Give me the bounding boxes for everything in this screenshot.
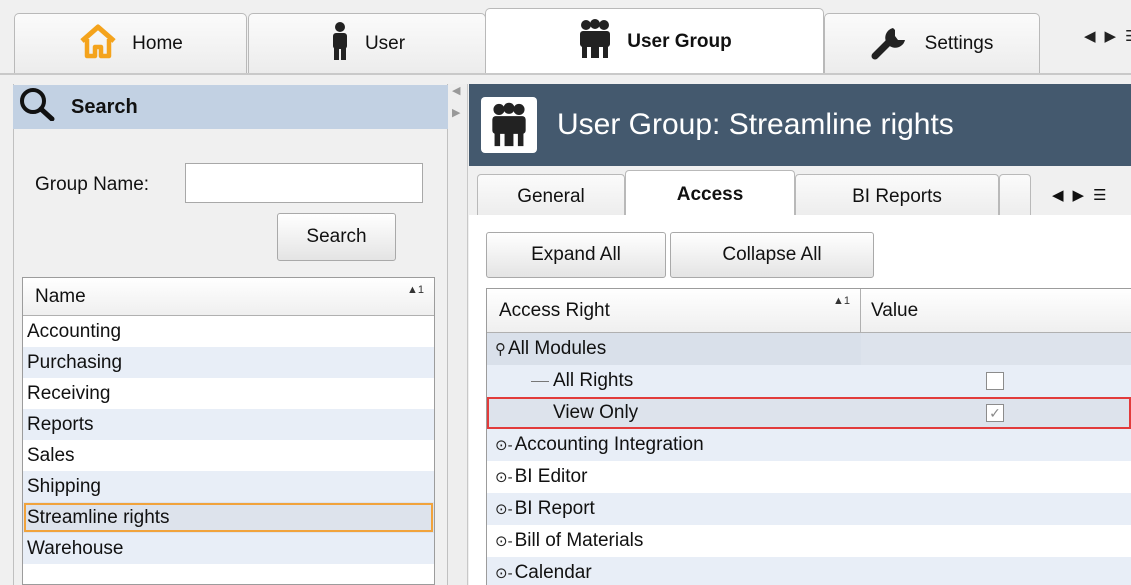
tree-row-all-rights[interactable]: All Rights bbox=[487, 365, 1131, 397]
tab-user-group-label: User Group bbox=[627, 31, 732, 52]
tree-collapse-icon[interactable]: ⚲ bbox=[495, 340, 506, 358]
all-rights-checkbox[interactable] bbox=[986, 372, 1004, 390]
tree-expand-icon[interactable]: ⊙- bbox=[495, 500, 513, 518]
scroll-left-icon[interactable]: ◀ bbox=[1084, 27, 1096, 45]
collapse-left-icon[interactable]: ◀ bbox=[452, 84, 460, 97]
list-item[interactable]: Sales bbox=[23, 440, 434, 471]
tab-user-label: User bbox=[364, 32, 406, 54]
user-group-icon bbox=[481, 97, 537, 153]
expand-right-icon[interactable]: ▶ bbox=[452, 106, 460, 119]
col-header-value[interactable]: Value bbox=[861, 289, 1131, 332]
tree-expand-icon[interactable]: ⊙- bbox=[495, 564, 513, 582]
tab-home-label: Home bbox=[132, 32, 183, 54]
tab-settings[interactable]: Settings bbox=[824, 13, 1040, 73]
tab-user[interactable]: User bbox=[248, 13, 486, 73]
tab-scroll-controls: ◀ ▶ ☰ bbox=[1084, 27, 1131, 45]
panel-splitter[interactable]: ◀ ▶ bbox=[448, 84, 468, 585]
list-header-label: Name bbox=[35, 285, 86, 307]
list-item[interactable]: Accounting bbox=[23, 316, 434, 347]
tab-user-group[interactable]: User Group bbox=[485, 8, 824, 75]
view-only-checkbox[interactable]: ✓ bbox=[986, 404, 1004, 422]
tab-home[interactable]: Home bbox=[14, 13, 247, 73]
scroll-right-icon[interactable]: ▶ bbox=[1105, 27, 1117, 45]
tree-expand-icon[interactable]: ⊙- bbox=[495, 532, 513, 550]
tab-general[interactable]: General bbox=[477, 174, 625, 218]
list-item[interactable]: Reports bbox=[23, 409, 434, 440]
grid-header: Access Right ▲1 Value bbox=[487, 289, 1131, 333]
tree-expand-icon[interactable]: ⊙- bbox=[495, 436, 513, 454]
search-header-label: Search bbox=[71, 95, 138, 118]
scroll-right-icon[interactable]: ▶ bbox=[1073, 186, 1085, 204]
tree-row-bill-of-materials[interactable]: ⊙- Bill of Materials bbox=[487, 525, 1131, 557]
tree-row-calendar[interactable]: ⊙- Calendar bbox=[487, 557, 1131, 585]
sort-ascending-icon: ▲1 bbox=[406, 284, 424, 296]
group-list: Name ▲1 Accounting Purchasing Receiving … bbox=[22, 277, 435, 585]
list-item[interactable]: Shipping bbox=[23, 471, 434, 502]
expand-all-button[interactable]: Expand All bbox=[486, 232, 666, 278]
tree-row-bi-editor[interactable]: ⊙- BI Editor bbox=[487, 461, 1131, 493]
user-group-icon bbox=[577, 19, 613, 65]
search-button[interactable]: Search bbox=[277, 213, 396, 261]
collapse-all-button[interactable]: Collapse All bbox=[670, 232, 874, 278]
search-panel-header: Search bbox=[13, 85, 448, 129]
tab-overflow[interactable] bbox=[999, 174, 1031, 218]
magnifier-icon bbox=[19, 87, 57, 127]
list-header-name[interactable]: Name ▲1 bbox=[23, 278, 434, 316]
list-item[interactable]: Warehouse bbox=[23, 533, 434, 564]
wrench-icon bbox=[871, 22, 911, 66]
tree-expand-icon[interactable]: ⊙- bbox=[495, 468, 513, 486]
detail-tab-bar: General Access BI Reports ◀ ▶ ☰ bbox=[469, 166, 1131, 218]
page-title: User Group: Streamline rights bbox=[557, 108, 954, 141]
tab-access[interactable]: Access bbox=[625, 170, 795, 218]
group-name-label: Group Name: bbox=[35, 174, 150, 195]
tab-divider bbox=[0, 73, 1131, 75]
scroll-left-icon[interactable]: ◀ bbox=[1052, 186, 1064, 204]
tree-row-all-modules[interactable]: ⚲ All Modules bbox=[487, 333, 1131, 365]
group-name-input[interactable] bbox=[185, 163, 423, 203]
tree-connector bbox=[531, 380, 549, 382]
tree-row-bi-report[interactable]: ⊙- BI Report bbox=[487, 493, 1131, 525]
home-icon bbox=[78, 23, 118, 65]
tree-row-accounting-integration[interactable]: ⊙- Accounting Integration bbox=[487, 429, 1131, 461]
access-rights-grid: Access Right ▲1 Value ⚲ All Modules All R… bbox=[486, 288, 1131, 585]
list-item[interactable]: Purchasing bbox=[23, 347, 434, 378]
detail-header: User Group: Streamline rights bbox=[469, 84, 1131, 166]
subtab-scroll-controls: ◀ ▶ ☰ bbox=[1052, 186, 1107, 204]
tree-row-view-only[interactable]: View Only ✓ bbox=[487, 397, 1131, 429]
tab-list-icon[interactable]: ☰ bbox=[1125, 27, 1131, 45]
list-item[interactable]: Receiving bbox=[23, 378, 434, 409]
tab-settings-label: Settings bbox=[924, 32, 994, 54]
sort-ascending-icon: ▲1 bbox=[832, 295, 850, 307]
user-icon bbox=[329, 21, 351, 67]
col-header-access-right[interactable]: Access Right ▲1 bbox=[487, 289, 861, 332]
list-item-selected[interactable]: Streamline rights bbox=[23, 502, 434, 533]
tab-list-icon[interactable]: ☰ bbox=[1093, 186, 1106, 204]
tab-bi-reports[interactable]: BI Reports bbox=[795, 174, 999, 218]
